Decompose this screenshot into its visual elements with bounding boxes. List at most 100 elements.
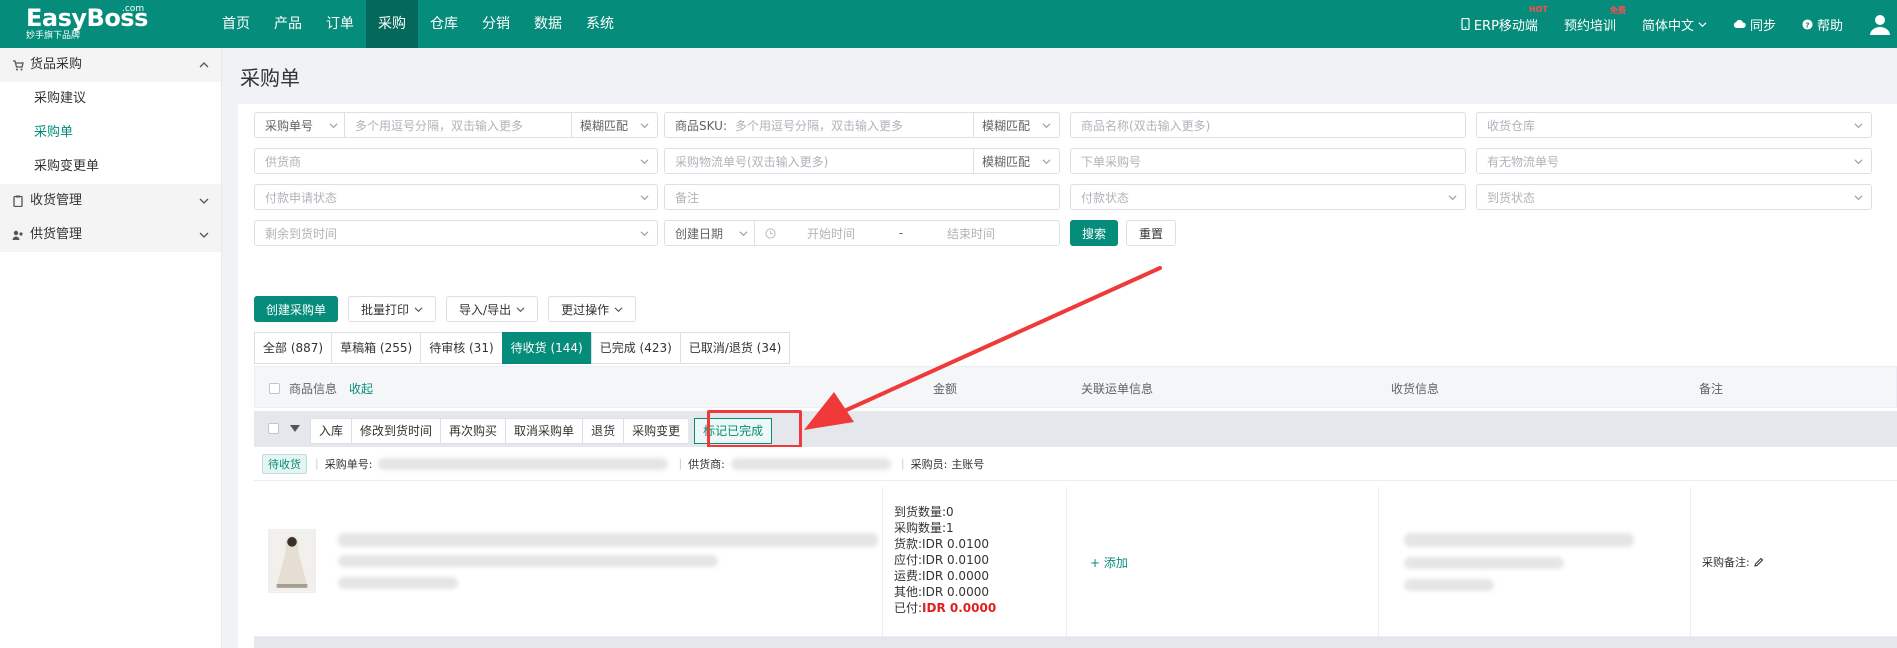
logo[interactable]: EasyBoss .com 妙手旗下品牌: [26, 4, 148, 44]
return-button[interactable]: 退货: [582, 418, 624, 444]
tab-pending-review[interactable]: 待审核 (31): [420, 332, 502, 364]
goods-label: 货款:: [894, 537, 923, 551]
buyer-label: 采购员:: [910, 457, 948, 471]
date-range-filter[interactable]: 创建日期 开始时间 - 结束时间: [664, 220, 1060, 246]
col-divider: [1378, 487, 1379, 637]
sidebar-group-label: 货品采购: [30, 57, 83, 72]
receive-phone: [1404, 579, 1494, 591]
add-logistics-link[interactable]: + 添加: [1090, 554, 1128, 571]
end-time-input[interactable]: 结束时间: [916, 225, 1026, 242]
tab-completed[interactable]: 已完成 (423): [590, 332, 680, 364]
logistics-filter[interactable]: 采购物流单号(双击输入更多) 模糊匹配: [664, 148, 1060, 174]
sidebar-group-receive[interactable]: 收货管理: [0, 184, 221, 218]
nav-distribution[interactable]: 分销: [470, 0, 522, 48]
create-po-button[interactable]: 创建采购单: [254, 296, 339, 322]
order-row: [254, 487, 1897, 637]
note-input[interactable]: 备注: [664, 184, 1060, 210]
chevron-down-icon: [640, 195, 649, 201]
warehouse-select[interactable]: 收货仓库: [1476, 112, 1872, 138]
product-thumbnail[interactable]: [268, 529, 316, 593]
chevron-up-icon: [199, 62, 209, 68]
logistics-input[interactable]: 采购物流单号(双击输入更多): [665, 153, 973, 170]
nav-product[interactable]: 产品: [262, 0, 314, 48]
chevron-down-icon: [640, 159, 649, 165]
match-select-3[interactable]: 模糊匹配: [973, 149, 1059, 173]
filter-row-3: 付款申请状态 备注 付款状态 到货状态: [254, 184, 1872, 210]
po-change-button[interactable]: 采购变更: [623, 418, 689, 444]
remark-label: 采购备注:: [1702, 556, 1750, 569]
pay-status-select[interactable]: 付款状态: [1070, 184, 1466, 210]
po-number-input[interactable]: 多个用逗号分隔，双击输入更多: [345, 117, 571, 134]
remain-time-select[interactable]: 剩余到货时间: [254, 220, 658, 246]
supplier-select[interactable]: 供货商: [254, 148, 658, 174]
nav-order[interactable]: 订单: [314, 0, 366, 48]
users-icon: [12, 230, 23, 240]
sidebar-item-suggestion[interactable]: 采购建议: [0, 82, 221, 116]
user-avatar-icon[interactable]: [1869, 13, 1891, 35]
main-nav: 首页 产品 订单 采购 仓库 分销 数据 系统: [210, 0, 626, 48]
buy-again-button[interactable]: 再次购买: [440, 418, 506, 444]
chevron-down-icon: [199, 232, 209, 238]
tab-pending-receive[interactable]: 待收货 (144): [501, 332, 591, 364]
po-number-value: [378, 457, 669, 470]
order-checkbox[interactable]: [268, 423, 279, 434]
training-link[interactable]: 预约培训 免费: [1563, 6, 1626, 34]
import-export-button[interactable]: 导入/导出: [446, 296, 539, 322]
nav-warehouse[interactable]: 仓库: [418, 0, 470, 48]
hot-badge: HOT: [1528, 4, 1548, 14]
plus-icon: +: [1090, 556, 1101, 570]
sync-link[interactable]: 同步: [1733, 15, 1776, 34]
collapse-link[interactable]: 收起: [349, 380, 373, 397]
training-label: 预约培训: [1563, 18, 1616, 34]
tab-cancelled[interactable]: 已取消/退货 (34): [679, 332, 791, 364]
language-select[interactable]: 简体中文: [1642, 15, 1707, 34]
order-number-input[interactable]: 下单采购号: [1070, 148, 1466, 174]
match-select-2[interactable]: 模糊匹配: [973, 113, 1059, 137]
match-select-1[interactable]: 模糊匹配: [571, 113, 657, 137]
stock-in-button[interactable]: 入库: [310, 418, 352, 444]
sku-input[interactable]: 多个用逗号分隔，双击输入更多: [733, 117, 973, 134]
arrival-status-select[interactable]: 到货状态: [1476, 184, 1872, 210]
more-actions-button[interactable]: 更过操作: [548, 296, 637, 322]
chevron-down-icon: [739, 230, 748, 236]
sidebar-group-purchase[interactable]: 货品采购: [0, 48, 221, 82]
batch-print-button[interactable]: 批量打印: [348, 296, 437, 322]
sku-filter[interactable]: 商品SKU: 多个用逗号分隔，双击输入更多 模糊匹配: [664, 112, 1060, 138]
chevron-down-icon: [516, 306, 525, 312]
tab-draft[interactable]: 草稿箱 (255): [331, 332, 421, 364]
nav-home[interactable]: 首页: [210, 0, 262, 48]
sidebar-group-supply[interactable]: 供货管理: [0, 218, 221, 252]
po-number-type-select[interactable]: 采购单号: [255, 113, 345, 137]
logo-com: .com: [122, 4, 145, 14]
sidebar: 货品采购 采购建议 采购单 采购变更单 收货管理 供货管理: [0, 48, 222, 648]
product-name-input[interactable]: 商品名称(双击输入更多): [1070, 112, 1466, 138]
search-button[interactable]: 搜索: [1070, 220, 1119, 246]
divider: |: [315, 457, 319, 470]
start-time-input[interactable]: 开始时间: [776, 225, 886, 242]
sidebar-item-purchase-order[interactable]: 采购单: [0, 116, 221, 150]
nav-system[interactable]: 系统: [574, 0, 626, 48]
help-link[interactable]: ? 帮助: [1802, 15, 1843, 34]
cancel-po-button[interactable]: 取消采购单: [505, 418, 583, 444]
supplier-label: 供货商:: [688, 457, 725, 471]
sidebar-item-change-order[interactable]: 采购变更单: [0, 150, 221, 184]
mobile-link[interactable]: ERP移动端 HOT: [1461, 5, 1548, 34]
tab-all[interactable]: 全部 (887): [254, 332, 332, 364]
select-all-checkbox[interactable]: [269, 383, 280, 394]
caret-down-icon[interactable]: [290, 425, 300, 433]
reset-button[interactable]: 重置: [1126, 220, 1177, 246]
help-icon: ?: [1802, 18, 1813, 30]
nav-data[interactable]: 数据: [522, 0, 574, 48]
has-logistics-select[interactable]: 有无物流单号: [1476, 148, 1872, 174]
po-number-filter[interactable]: 采购单号 多个用逗号分隔，双击输入更多 模糊匹配: [254, 112, 658, 138]
edit-arrival-time-button[interactable]: 修改到货时间: [351, 418, 441, 444]
svg-text:?: ?: [1805, 20, 1809, 29]
sync-label: 同步: [1749, 18, 1776, 34]
chevron-down-icon: [614, 306, 623, 312]
date-type-select[interactable]: 创建日期: [665, 221, 755, 245]
chevron-down-icon: [1448, 195, 1457, 201]
nav-purchase[interactable]: 采购: [366, 0, 418, 48]
edit-icon[interactable]: [1753, 557, 1764, 567]
free-badge: 免费: [1609, 5, 1626, 15]
pay-apply-select[interactable]: 付款申请状态: [254, 184, 658, 210]
